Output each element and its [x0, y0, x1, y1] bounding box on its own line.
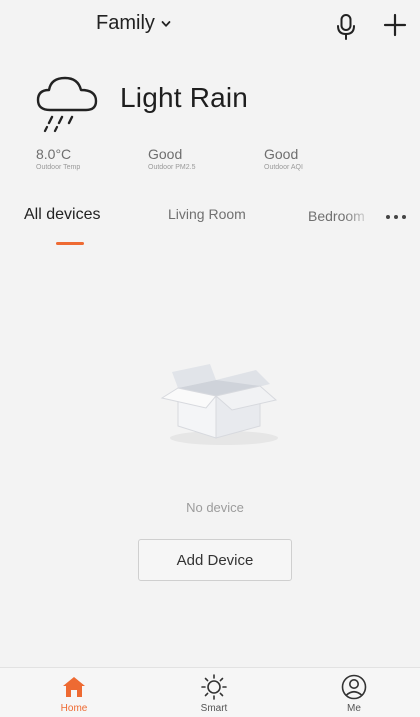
- stat-value: Good: [148, 146, 183, 162]
- nav-me[interactable]: Me: [314, 674, 394, 714]
- tab-bedroom[interactable]: Bedroom: [308, 206, 378, 230]
- home-name: Family: [96, 12, 155, 34]
- stat-outdoor-temp: 8.0°C Outdoor Temp: [36, 146, 80, 171]
- stat-caption: Outdoor PM2.5: [148, 164, 196, 171]
- more-horizontal-icon[interactable]: [383, 212, 409, 222]
- tab-fade: [344, 206, 378, 230]
- add-device-button[interactable]: Add Device: [138, 539, 292, 581]
- bottom-nav: Home Smart Me: [0, 667, 420, 717]
- empty-box-icon: [160, 364, 278, 445]
- user-icon: [341, 674, 367, 700]
- sun-icon: [201, 674, 227, 700]
- tab-label: All devices: [24, 206, 101, 223]
- cloud-rain-icon: [36, 76, 98, 133]
- home-screen: Family Light Rain 8.0°C Outdoor Temp Goo…: [0, 0, 420, 717]
- active-tab-indicator: [56, 242, 84, 245]
- nav-label: Home: [60, 703, 88, 714]
- stat-value: 8.0°C: [36, 146, 72, 162]
- add-device-label: Add Device: [176, 551, 254, 569]
- chevron-down-icon: [161, 20, 171, 27]
- nav-label: Me: [347, 703, 361, 714]
- nav-label: Smart: [200, 703, 228, 714]
- stat-caption: Outdoor AQI: [264, 164, 303, 171]
- stat-value: Good: [264, 146, 299, 162]
- top-bar: Family: [0, 0, 420, 58]
- tab-label: Living Room: [168, 206, 246, 222]
- weather-stats: 8.0°C Outdoor Temp Good Outdoor PM2.5 Go…: [0, 146, 420, 182]
- empty-message: No device: [186, 500, 244, 515]
- home-selector[interactable]: Family: [96, 12, 171, 35]
- weather-condition: Light Rain: [120, 82, 249, 113]
- stat-caption: Outdoor Temp: [36, 164, 81, 171]
- stat-outdoor-aqi: Good Outdoor AQI: [264, 146, 303, 171]
- nav-smart[interactable]: Smart: [174, 674, 254, 714]
- tab-all-devices[interactable]: All devices: [24, 206, 100, 224]
- home-icon: [63, 677, 85, 697]
- stat-outdoor-pm25: Good Outdoor PM2.5: [148, 146, 195, 171]
- plus-icon[interactable]: [380, 10, 410, 40]
- microphone-icon[interactable]: [333, 12, 359, 42]
- nav-home[interactable]: Home: [34, 674, 114, 714]
- tab-living-room[interactable]: Living Room: [168, 206, 246, 224]
